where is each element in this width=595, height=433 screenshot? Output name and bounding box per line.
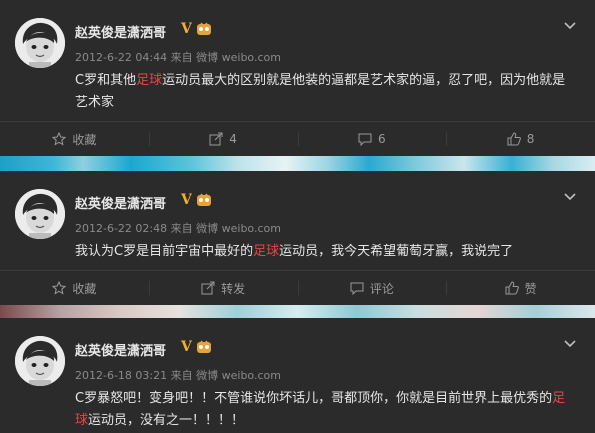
favorite-button[interactable]: 收藏 [0,271,149,305]
member-badge-icon [197,340,211,353]
source-prefix: 来自 [170,222,193,235]
post-actions: 收藏 转发 评论 赞 [0,270,595,305]
post-time[interactable]: 2012-6-22 04:44 [75,51,167,64]
post-source[interactable]: 微博 weibo.com [196,51,281,64]
thumbs-up-icon [507,132,521,146]
repost-button[interactable]: 转发 [148,271,298,305]
post-text: C罗和其他足球运动员最大的区别就是他装的逼都是艺术家的逼，忍了吧，因为他就是艺术… [75,70,570,114]
text-segment: C罗和其他 [75,73,137,88]
post-time[interactable]: 2012-6-22 02:48 [75,222,167,235]
comment-icon [358,133,372,146]
comment-count: 6 [378,132,386,146]
text-segment: 我认为C罗是目前宇宙中最好的 [75,244,254,259]
decorative-banner [0,156,595,171]
like-button[interactable]: 赞 [446,271,595,305]
share-icon [201,281,215,295]
chevron-down-icon[interactable] [564,22,576,30]
text-segment: 运动员，没有之一！！！！ [88,413,245,428]
post-meta: 2012-6-18 03:21 来自 微博 weibo.com [75,367,281,383]
chevron-down-icon[interactable] [564,340,576,348]
post-text: 我认为C罗是目前宇宙中最好的足球运动员，我今天希望葡萄牙赢，我说完了 [75,241,570,263]
post-source[interactable]: 微博 weibo.com [196,222,281,235]
source-prefix: 来自 [170,51,193,64]
like-button[interactable]: 8 [446,122,595,156]
keyword-highlight: 足球 [253,244,280,259]
comment-button[interactable]: 评论 [297,271,447,305]
verified-badge: V [181,339,192,355]
post-text: C罗暴怒吧！变身吧！！不管谁说你坏话儿，哥都顶你，你就是目前世界上最优秀的足球运… [75,388,570,432]
share-icon [209,132,223,146]
avatar[interactable] [15,336,65,386]
keyword-highlight: 足球 [136,73,163,88]
post-meta: 2012-6-22 02:48 来自 微博 weibo.com [75,220,281,236]
weibo-post: 赵英俊是潇洒哥 V 2012-6-22 02:48 来自 微博 weibo.co… [0,171,595,305]
verified-badge: V [181,192,192,208]
decorative-banner [0,305,595,318]
repost-label: 转发 [221,281,246,296]
like-label: 赞 [524,281,537,296]
avatar[interactable] [15,189,65,239]
author-name[interactable]: 赵英俊是潇洒哥 [75,22,166,41]
star-icon [52,132,67,146]
repost-button[interactable]: 4 [148,122,298,156]
star-icon [52,281,67,295]
comment-label: 评论 [369,281,394,296]
post-time[interactable]: 2012-6-18 03:21 [75,369,167,382]
comment-icon [350,282,364,295]
post-meta: 2012-6-22 04:44 来自 微博 weibo.com [75,49,281,65]
favorite-label: 收藏 [72,281,97,296]
avatar[interactable] [15,18,65,68]
weibo-post: 赵英俊是潇洒哥 V 2012-6-18 03:21 来自 微博 weibo.co… [0,318,595,433]
repost-count: 4 [229,132,237,146]
verified-badge: V [181,21,192,37]
member-badge-icon [197,193,211,206]
source-prefix: 来自 [170,369,193,382]
text-segment: C罗暴怒吧！变身吧！！不管谁说你坏话儿，哥都顶你，你就是目前世界上最优秀的 [75,391,553,406]
author-name[interactable]: 赵英俊是潇洒哥 [75,340,166,359]
weibo-post: 赵英俊是潇洒哥 V 2012-6-22 04:44 来自 微博 weibo.co… [0,0,595,156]
like-count: 8 [526,132,535,146]
thumbs-up-icon [505,281,519,295]
author-name[interactable]: 赵英俊是潇洒哥 [75,193,166,212]
post-source[interactable]: 微博 weibo.com [196,369,281,382]
text-segment: 运动员，我今天希望葡萄牙赢，我说完了 [279,244,514,259]
favorite-button[interactable]: 收藏 [0,122,149,156]
post-actions: 收藏 4 6 8 [0,121,595,156]
favorite-label: 收藏 [72,132,97,147]
chevron-down-icon[interactable] [564,193,576,201]
member-badge-icon [197,22,211,35]
comment-button[interactable]: 6 [297,122,447,156]
